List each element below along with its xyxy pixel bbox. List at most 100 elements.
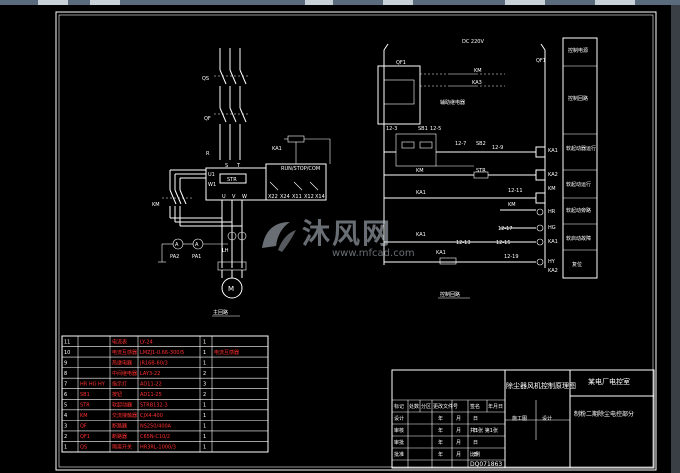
svg-text:12-19: 12-19	[504, 254, 519, 260]
control-circuit: DC 220V QF1 QF1 辅助继电器 KM KA3 12-3 SB1 12…	[377, 39, 558, 299]
bom-cell: 2	[203, 371, 206, 377]
svg-text:控制回路: 控制回路	[568, 95, 588, 102]
svg-text:比例: 比例	[470, 451, 480, 458]
vertical-scrollbar[interactable]	[671, 5, 680, 473]
svg-text:KA1: KA1	[548, 148, 558, 154]
bom-cell: CJX4-400	[140, 413, 163, 419]
svg-text:DQ071863: DQ071863	[470, 461, 502, 468]
bom-cell: 断路器	[112, 423, 127, 430]
bom-cell: AD11-25	[140, 392, 162, 398]
bom-cell: 电流表	[112, 338, 127, 345]
svg-text:W1: W1	[208, 182, 216, 188]
bom-cell: 热继电器	[112, 359, 132, 366]
bom-cell: 1	[203, 339, 206, 345]
svg-text:审批: 审批	[394, 439, 404, 446]
bom-cell: QF	[80, 424, 87, 430]
bom-cell: NS250/400A	[140, 424, 172, 430]
bom-cell: 断路器	[112, 433, 127, 440]
svg-text:月: 月	[456, 452, 461, 458]
bom-table: 11 电流表 LY-24 110 电流互感器 LMZJ1-0.66-300/5 1 电流互感器…	[61, 335, 269, 453]
svg-text:KA1: KA1	[416, 190, 426, 196]
bom-cell: HR HG HY	[80, 381, 106, 387]
bom-cell: 软起动器	[112, 402, 132, 409]
bom-cell: 1	[203, 360, 206, 366]
svg-text:控制电源: 控制电源	[568, 47, 588, 54]
bom-cell: 电流互感器	[214, 349, 239, 356]
bom-cell: AD11-22	[140, 381, 162, 387]
bom-cell: 1	[203, 350, 206, 356]
svg-text:X24: X24	[280, 194, 290, 200]
svg-text:12-5: 12-5	[430, 126, 441, 132]
bom-cell: 5	[64, 403, 67, 409]
svg-text:KA2: KA2	[548, 268, 558, 274]
svg-text:设计: 设计	[394, 415, 404, 422]
svg-text:某电厂电控室: 某电厂电控室	[588, 377, 630, 386]
bom-cell: 11	[64, 339, 70, 345]
svg-text:KA2: KA2	[548, 172, 558, 178]
bom-cell: LMZJ1-0.66-300/5	[140, 350, 184, 356]
svg-text:12-3: 12-3	[386, 126, 397, 132]
svg-text:年: 年	[438, 451, 443, 458]
svg-text:施工图: 施工图	[512, 415, 527, 422]
svg-text:KM: KM	[548, 186, 556, 192]
svg-text:批准: 批准	[394, 451, 404, 458]
svg-text:HR: HR	[548, 209, 556, 215]
svg-text:处数: 处数	[409, 403, 419, 410]
svg-text:KM: KM	[474, 68, 482, 74]
bom-cell: 1	[203, 434, 206, 440]
svg-text:年: 年	[438, 415, 443, 422]
bom-cell: 1	[203, 403, 206, 409]
bom-cell: 8	[64, 371, 67, 377]
svg-text:X12: X12	[304, 194, 314, 200]
svg-text:复位: 复位	[572, 261, 582, 268]
svg-text:HY: HY	[548, 259, 556, 265]
svg-text:12-17: 12-17	[498, 226, 513, 232]
bom-cell: SB1	[80, 392, 90, 398]
bom-cell: 按钮	[112, 391, 122, 398]
bom-cell: 9	[64, 360, 67, 366]
bom-cell: STRB132-3	[140, 403, 168, 409]
svg-text:W: W	[242, 194, 247, 200]
svg-text:X11: X11	[292, 194, 302, 200]
svg-text:审核: 审核	[394, 427, 404, 434]
control-circuit-caption: 控制回路	[440, 291, 460, 298]
main-circuit: QS QF R S T STR U1 W1 U V W RUN/STOP/COM…	[152, 48, 331, 317]
svg-text:SB1: SB1	[418, 126, 428, 132]
svg-text:除尘器风机控制原理图: 除尘器风机控制原理图	[506, 381, 576, 390]
svg-text:U: U	[222, 194, 226, 200]
svg-text:A: A	[195, 242, 199, 248]
svg-text:KM: KM	[508, 202, 516, 208]
svg-text:12-15: 12-15	[496, 240, 511, 246]
svg-text:制粉二期除尘电控部分: 制粉二期除尘电控部分	[574, 410, 634, 418]
title-block: 除尘器风机控制原理图 某电厂电控室 制粉二期除尘电控部分 施工图 设计 标记 处…	[391, 369, 655, 469]
svg-text:软启动故障: 软启动故障	[566, 235, 591, 242]
svg-text:KA1: KA1	[436, 250, 446, 256]
svg-text:KA1: KA1	[416, 232, 426, 238]
svg-text:月: 月	[456, 440, 461, 446]
svg-text:PA1: PA1	[192, 254, 201, 260]
bom-cell: 1	[203, 424, 206, 430]
bom-cell: STR	[80, 403, 90, 409]
bom-cell: 电流互感器	[112, 349, 137, 356]
bom-cell: 10	[64, 350, 70, 356]
svg-text:月: 月	[456, 428, 461, 434]
svg-text:HG: HG	[548, 225, 556, 231]
svg-text:KA1: KA1	[272, 146, 282, 152]
bom-cell: 7	[64, 381, 67, 387]
qf-label: QF	[204, 116, 211, 122]
bom-cell: 3	[203, 381, 206, 387]
svg-text:日: 日	[473, 440, 478, 446]
right-label-column: 控制电源 控制回路 软起动器运行 软起动运行 软起动旁路 软启动故障 复位	[562, 37, 598, 279]
svg-text:KA1: KA1	[548, 239, 558, 245]
svg-text:辅助继电器: 辅助继电器	[440, 99, 465, 106]
qs-label: QS	[202, 76, 209, 82]
svg-text:年: 年	[438, 439, 443, 446]
bom-cell: C65N-C10/2	[140, 434, 170, 440]
cad-drawing-canvas[interactable]: QS QF R S T STR U1 W1 U V W RUN/STOP/COM…	[0, 5, 671, 473]
svg-text:RUN/STOP/COM: RUN/STOP/COM	[281, 166, 320, 172]
bom-cell: 4	[64, 413, 67, 419]
svg-text:签名: 签名	[470, 403, 480, 410]
svg-text:KM: KM	[152, 202, 160, 208]
svg-text:标记: 标记	[394, 403, 404, 410]
svg-text:12-11: 12-11	[508, 188, 523, 194]
